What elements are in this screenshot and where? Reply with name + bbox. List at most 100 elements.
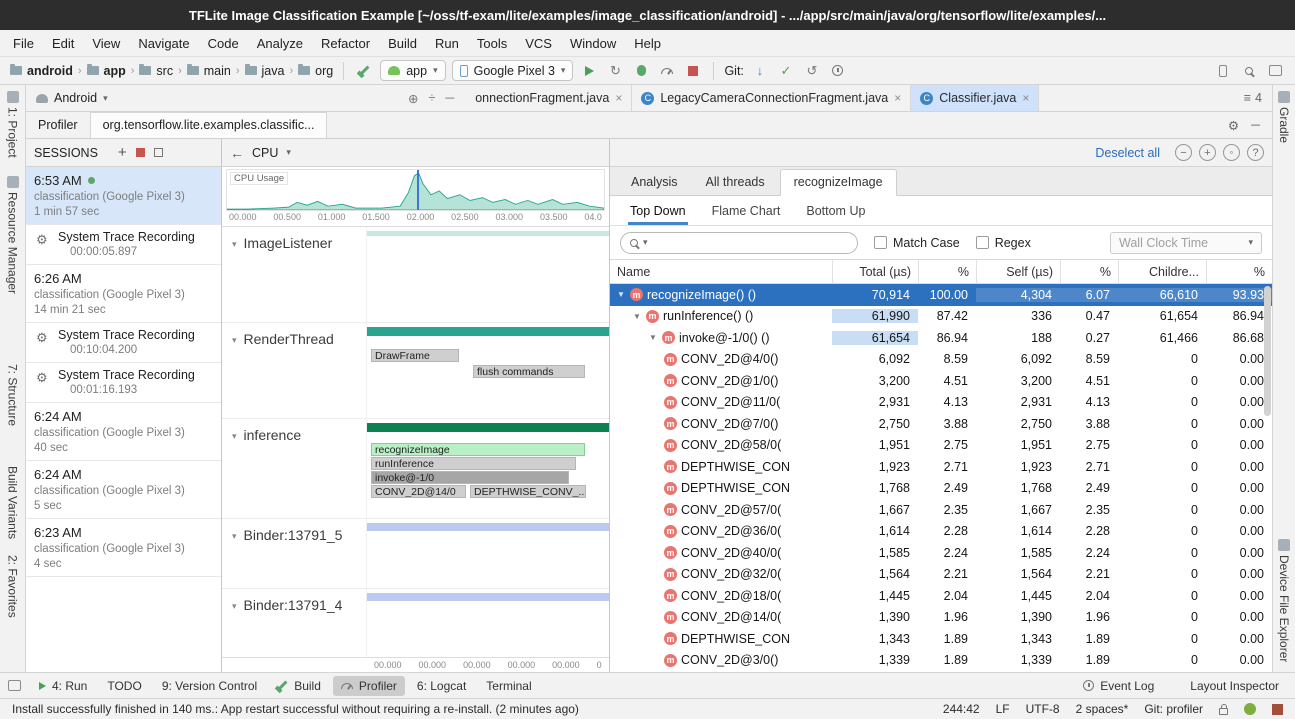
device-select[interactable]: Google Pixel 3 ▾ bbox=[452, 60, 574, 81]
git-update-icon[interactable]: ↓ bbox=[750, 61, 770, 81]
toolwindow-profiler[interactable]: Profiler bbox=[333, 676, 405, 696]
subtab-top-down[interactable]: Top Down bbox=[620, 196, 696, 225]
collapse-arrow-icon[interactable]: ▾ bbox=[232, 601, 237, 657]
trace-event-recognizeimage[interactable]: recognizeImage bbox=[371, 443, 585, 456]
editor-tab-legacycameraconnectionfragment-java[interactable]: CLegacyCameraConnectionFragment.java× bbox=[632, 85, 911, 111]
expand-session-icon[interactable] bbox=[154, 148, 163, 157]
git-rollback-icon[interactable]: ↺ bbox=[802, 61, 822, 81]
debug-button[interactable] bbox=[631, 61, 651, 81]
toolwindow-9-version-control[interactable]: 9: Version Control bbox=[154, 676, 265, 696]
status-red-icon[interactable] bbox=[1272, 704, 1283, 715]
close-tab-icon[interactable]: × bbox=[1022, 91, 1029, 105]
menu-refactor[interactable]: Refactor bbox=[312, 32, 379, 55]
session-item[interactable]: 6:23 AMclassification (Google Pixel 3)4 … bbox=[26, 519, 221, 577]
zoom-in-icon[interactable]: + bbox=[1199, 144, 1216, 161]
toolwindow-layout-inspector[interactable]: Layout Inspector bbox=[1182, 676, 1287, 696]
subtab-bottom-up[interactable]: Bottom Up bbox=[796, 196, 875, 225]
menu-file[interactable]: File bbox=[4, 32, 43, 55]
toolwindow-terminal[interactable]: Terminal bbox=[478, 676, 539, 696]
tab-all-threads[interactable]: All threads bbox=[693, 170, 778, 195]
session-item[interactable]: 6:24 AMclassification (Google Pixel 3)40… bbox=[26, 403, 221, 461]
gear-icon[interactable]: ⚙ bbox=[1228, 118, 1239, 133]
lock-icon[interactable] bbox=[1219, 708, 1228, 715]
tool-button-gradle[interactable]: Gradle bbox=[1277, 91, 1291, 143]
close-tab-icon[interactable]: × bbox=[615, 91, 622, 105]
menu-help[interactable]: Help bbox=[625, 32, 670, 55]
profiler-session-tab[interactable]: org.tensorflow.lite.examples.classific..… bbox=[90, 112, 328, 138]
tab-recognizeimage[interactable]: recognizeImage bbox=[780, 169, 897, 196]
thread-track[interactable] bbox=[366, 519, 609, 588]
table-row[interactable]: mDEPTHWISE_CON1,9232.711,9232.7100.00 bbox=[610, 456, 1272, 478]
thread-label[interactable]: ▾Binder:13791_5 bbox=[222, 519, 366, 588]
toolwindow-4-run[interactable]: 4: Run bbox=[31, 676, 95, 696]
zoom-out-icon[interactable]: − bbox=[1175, 144, 1192, 161]
menu-tools[interactable]: Tools bbox=[468, 32, 516, 55]
breadcrumb-app[interactable]: app bbox=[87, 64, 126, 78]
run-button[interactable] bbox=[579, 61, 599, 81]
zoom-help-icon[interactable]: ? bbox=[1247, 144, 1264, 161]
thread-label[interactable]: ▾ImageListener bbox=[222, 227, 366, 322]
column-header-0[interactable]: Name bbox=[610, 260, 832, 283]
git-history-icon[interactable] bbox=[828, 61, 848, 81]
breadcrumb-java[interactable]: java bbox=[245, 64, 285, 78]
menu-edit[interactable]: Edit bbox=[43, 32, 83, 55]
hidden-tabs-dropdown[interactable]: ≡ 4 bbox=[1234, 85, 1272, 111]
project-structure-icon[interactable] bbox=[1265, 61, 1285, 81]
table-row[interactable]: mDEPTHWISE_CON1,3431.891,3431.8900.00 bbox=[610, 628, 1272, 650]
column-header-3[interactable]: Self (µs) bbox=[976, 260, 1060, 283]
toolwindow-build[interactable]: Build bbox=[269, 676, 329, 696]
new-session-icon[interactable]: + bbox=[118, 148, 127, 158]
project-view-selector[interactable]: Android ▾ bbox=[26, 85, 178, 111]
tool-button-2-favorites[interactable]: 2: Favorites bbox=[6, 555, 20, 618]
profile-button[interactable] bbox=[657, 61, 677, 81]
table-row[interactable]: mCONV_2D@58/0(1,9512.751,9512.7500.00 bbox=[610, 435, 1272, 457]
breadcrumb-main[interactable]: main bbox=[187, 64, 231, 78]
status-2-spaces[interactable]: 2 spaces* bbox=[1076, 702, 1129, 716]
trace-event-drawframe[interactable]: DrawFrame bbox=[371, 349, 459, 362]
stop-session-icon[interactable] bbox=[136, 148, 145, 157]
device-manager-icon[interactable] bbox=[1213, 61, 1233, 81]
thread-track[interactable] bbox=[366, 589, 609, 657]
table-row[interactable]: ▼minvoke@-1/0() ()61,65486.941880.2761,4… bbox=[610, 327, 1272, 349]
toolwindow-todo[interactable]: TODO bbox=[99, 676, 149, 696]
session-item[interactable]: 6:26 AMclassification (Google Pixel 3)14… bbox=[26, 265, 221, 323]
back-icon[interactable]: ← bbox=[230, 145, 244, 161]
toolwindow-6-logcat[interactable]: 6: Logcat bbox=[409, 676, 474, 696]
close-tab-icon[interactable]: × bbox=[894, 91, 901, 105]
git-commit-icon[interactable]: ✓ bbox=[776, 61, 796, 81]
search-input[interactable] bbox=[653, 236, 848, 250]
menu-run[interactable]: Run bbox=[426, 32, 468, 55]
session-recording[interactable]: ⚙System Trace Recording00:00:05.897 bbox=[26, 225, 221, 265]
thread-track[interactable]: recognizeImagerunInferenceinvoke@-1/0CON… bbox=[366, 419, 609, 518]
expand-arrow-icon[interactable]: ▼ bbox=[632, 312, 642, 321]
status-green-icon[interactable] bbox=[1244, 703, 1256, 715]
tool-button-7-structure[interactable]: 7: Structure bbox=[6, 364, 20, 426]
table-row[interactable]: mCONV_2D@57/0(1,6672.351,6672.3500.00 bbox=[610, 499, 1272, 521]
thread-label[interactable]: ▾RenderThread bbox=[222, 323, 366, 418]
table-row[interactable]: mDEPTHWISE_CON1,7682.491,7682.4900.00 bbox=[610, 478, 1272, 500]
build-hammer-icon[interactable] bbox=[354, 61, 374, 81]
status-git-profiler[interactable]: Git: profiler bbox=[1144, 702, 1203, 716]
status-utf-8[interactable]: UTF-8 bbox=[1026, 702, 1060, 716]
tool-button-1-project[interactable]: 1: Project bbox=[6, 91, 20, 158]
profiler-kind-select[interactable]: CPU bbox=[252, 146, 278, 160]
expand-arrow-icon[interactable]: ▼ bbox=[616, 290, 626, 299]
thread-track[interactable] bbox=[366, 227, 609, 322]
column-header-6[interactable]: % bbox=[1206, 260, 1272, 283]
column-header-4[interactable]: % bbox=[1060, 260, 1118, 283]
table-row[interactable]: mCONV_2D@14/0(1,3901.961,3901.9600.00 bbox=[610, 607, 1272, 629]
collapse-arrow-icon[interactable]: ▾ bbox=[232, 431, 237, 518]
timeline-cursor[interactable] bbox=[417, 170, 419, 210]
hide-panel-icon[interactable]: ─ bbox=[445, 91, 454, 105]
table-row[interactable]: mCONV_2D@18/0(1,4452.041,4452.0400.00 bbox=[610, 585, 1272, 607]
menu-analyze[interactable]: Analyze bbox=[248, 32, 312, 55]
search-box[interactable]: ▾ bbox=[620, 232, 858, 254]
tab-analysis[interactable]: Analysis bbox=[618, 170, 691, 195]
tool-button-device-file-explorer[interactable]: Device File Explorer bbox=[1277, 539, 1291, 662]
status-lf[interactable]: LF bbox=[996, 702, 1010, 716]
menu-window[interactable]: Window bbox=[561, 32, 625, 55]
collapse-arrow-icon[interactable]: ▾ bbox=[232, 531, 237, 588]
session-recording[interactable]: ⚙System Trace Recording00:01:16.193 bbox=[26, 363, 221, 403]
trace-event-conv-2d-14-0[interactable]: CONV_2D@14/0 bbox=[371, 485, 466, 498]
locate-file-icon[interactable]: ⊕ bbox=[408, 91, 418, 106]
